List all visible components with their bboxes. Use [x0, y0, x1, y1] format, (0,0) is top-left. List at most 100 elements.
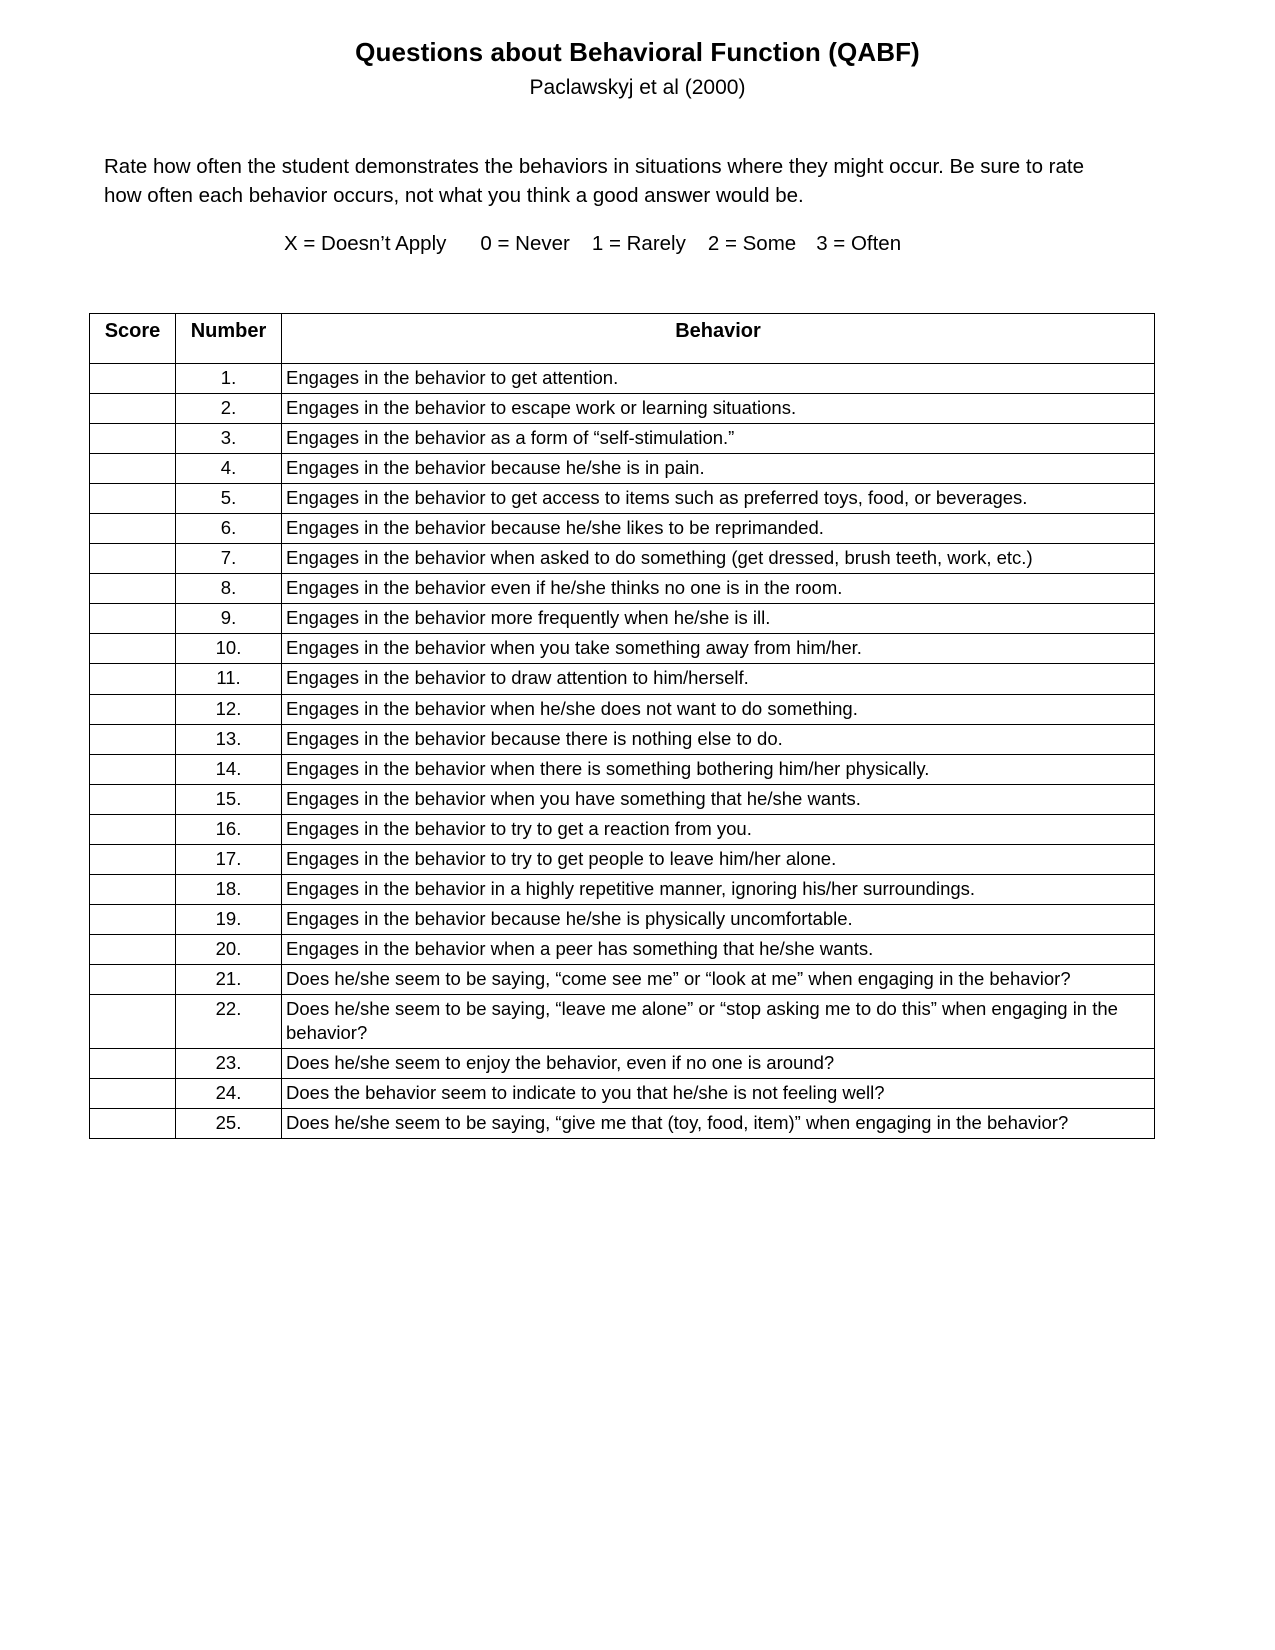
scale-option-x: X = Doesn’t Apply — [284, 232, 447, 255]
scale-option-0: 0 = Never — [480, 232, 570, 255]
instructions-paragraph: Rate how often the student demonstrates … — [104, 155, 1084, 208]
item-number: 8. — [175, 573, 282, 605]
score-input-cell[interactable] — [89, 783, 176, 815]
rating-scale-legend: X = Doesn’t Apply 0 = Never 1 = Rarely 2 = … — [284, 232, 901, 256]
item-behavior-text: Engages in the behavior because he/she i… — [281, 453, 1155, 485]
table-row: 15. Engages in the behavior when you have… — [89, 783, 1155, 815]
score-input-cell[interactable] — [89, 543, 176, 575]
score-input-cell[interactable] — [89, 1108, 176, 1140]
item-number: 15. — [175, 783, 282, 815]
score-input-cell[interactable] — [89, 753, 176, 785]
item-behavior-text: Engages in the behavior to draw attentio… — [281, 663, 1155, 695]
item-behavior-text: Does he/she seem to be saying, “leave me… — [281, 993, 1155, 1050]
score-input-cell[interactable] — [89, 1078, 176, 1110]
score-input-cell[interactable] — [89, 723, 176, 755]
item-number: 1. — [175, 362, 282, 395]
table-row: 11. Engages in the behavior to draw atten… — [89, 663, 1155, 695]
score-input-cell[interactable] — [89, 933, 176, 965]
item-behavior-text: Engages in the behavior more frequently … — [281, 603, 1155, 635]
item-number: 4. — [175, 453, 282, 485]
item-number: 16. — [175, 813, 282, 845]
item-behavior-text: Engages in the behavior because he/she i… — [281, 903, 1155, 935]
table-row: 1. Engages in the behavior to get attenti… — [89, 362, 1155, 395]
item-behavior-text: Engages in the behavior to try to get a … — [281, 813, 1155, 845]
table-row: 24. Does the behavior seem to indicate to… — [89, 1078, 1155, 1110]
score-input-cell[interactable] — [89, 633, 176, 665]
table-row: 20. Engages in the behavior when a peer h… — [89, 933, 1155, 965]
table-row: 4. Engages in the behavior because he/she… — [89, 453, 1155, 485]
table-row: 16. Engages in the behavior to try to get… — [89, 813, 1155, 845]
item-number: 17. — [175, 843, 282, 875]
item-behavior-text: Engages in the behavior to get attention… — [281, 362, 1155, 395]
score-input-cell[interactable] — [89, 693, 176, 725]
table-row: 9. Engages in the behavior more frequentl… — [89, 603, 1155, 635]
item-behavior-text: Does he/she seem to be saying, “come see… — [281, 963, 1155, 995]
item-number: 7. — [175, 543, 282, 575]
score-input-cell[interactable] — [89, 813, 176, 845]
scale-option-3: 3 = Often — [816, 232, 902, 255]
item-behavior-text: Engages in the behavior to escape work o… — [281, 393, 1155, 425]
item-behavior-text: Engages in the behavior when asked to do… — [281, 543, 1155, 575]
table-row: 5. Engages in the behavior to get access … — [89, 483, 1155, 515]
score-input-cell[interactable] — [89, 963, 176, 995]
item-number: 14. — [175, 753, 282, 785]
item-number: 25. — [175, 1108, 282, 1140]
table-row: 14. Engages in the behavior when there is… — [89, 753, 1155, 785]
table-row: 13. Engages in the behavior because there… — [89, 723, 1155, 755]
item-behavior-text: Engages in the behavior when a peer has … — [281, 933, 1155, 965]
column-header-number: Number — [175, 313, 282, 364]
table-row: 6. Engages in the behavior because he/she… — [89, 513, 1155, 545]
table-row: 2. Engages in the behavior to escape work… — [89, 393, 1155, 425]
item-number: 21. — [175, 963, 282, 995]
item-behavior-text: Engages in the behavior to get access to… — [281, 483, 1155, 515]
page-title: Questions about Behavioral Function (QAB… — [355, 37, 920, 67]
table-body: 1. Engages in the behavior to get attenti… — [89, 362, 1155, 1140]
score-input-cell[interactable] — [89, 603, 176, 635]
item-behavior-text: Engages in the behavior when there is so… — [281, 753, 1155, 785]
scale-option-1: 1 = Rarely — [591, 232, 686, 255]
table-row: 8. Engages in the behavior even if he/she… — [89, 573, 1155, 605]
item-number: 11. — [175, 663, 282, 695]
item-behavior-text: Engages in the behavior even if he/she t… — [281, 573, 1155, 605]
document-page: Questions about Behavioral Function (QAB… — [0, 0, 1275, 1650]
table-row: 3. Engages in the behavior as a form of “… — [89, 423, 1155, 455]
item-number: 10. — [175, 633, 282, 665]
item-behavior-text: Does he/she seem to enjoy the behavior, … — [281, 1048, 1155, 1080]
item-behavior-text: Engages in the behavior when he/she does… — [281, 693, 1155, 725]
item-number: 13. — [175, 723, 282, 755]
score-input-cell[interactable] — [89, 513, 176, 545]
score-input-cell[interactable] — [89, 362, 176, 395]
table-row: 7. Engages in the behavior when asked to … — [89, 543, 1155, 575]
item-behavior-text: Engages in the behavior in a highly repe… — [281, 873, 1155, 905]
table-row: 19. Engages in the behavior because he/sh… — [89, 903, 1155, 935]
item-behavior-text: Engages in the behavior when you have so… — [281, 783, 1155, 815]
score-input-cell[interactable] — [89, 1048, 176, 1080]
score-input-cell[interactable] — [89, 393, 176, 425]
item-number: 9. — [175, 603, 282, 635]
item-number: 19. — [175, 903, 282, 935]
item-number: 2. — [175, 393, 282, 425]
item-number: 18. — [175, 873, 282, 905]
item-number: 24. — [175, 1078, 282, 1110]
score-input-cell[interactable] — [89, 663, 176, 695]
item-number: 5. — [175, 483, 282, 515]
score-input-cell[interactable] — [89, 903, 176, 935]
item-behavior-text: Does the behavior seem to indicate to yo… — [281, 1078, 1155, 1110]
column-header-behavior: Behavior — [281, 313, 1155, 364]
score-input-cell[interactable] — [89, 873, 176, 905]
score-input-cell[interactable] — [89, 993, 176, 1050]
qabf-items-table: Score Number Behavior 1. Engages in the b… — [89, 313, 1155, 1140]
table-row: 17. Engages in the behavior to try to get… — [89, 843, 1155, 875]
item-number: 12. — [175, 693, 282, 725]
score-input-cell[interactable] — [89, 573, 176, 605]
score-input-cell[interactable] — [89, 483, 176, 515]
item-behavior-text: Does he/she seem to be saying, “give me … — [281, 1108, 1155, 1140]
table-row: 21. Does he/she seem to be saying, “come … — [89, 963, 1155, 995]
score-input-cell[interactable] — [89, 453, 176, 485]
item-number: 23. — [175, 1048, 282, 1080]
score-input-cell[interactable] — [89, 843, 176, 875]
item-number: 3. — [175, 423, 282, 455]
item-number: 6. — [175, 513, 282, 545]
column-header-score: Score — [89, 313, 176, 364]
score-input-cell[interactable] — [89, 423, 176, 455]
